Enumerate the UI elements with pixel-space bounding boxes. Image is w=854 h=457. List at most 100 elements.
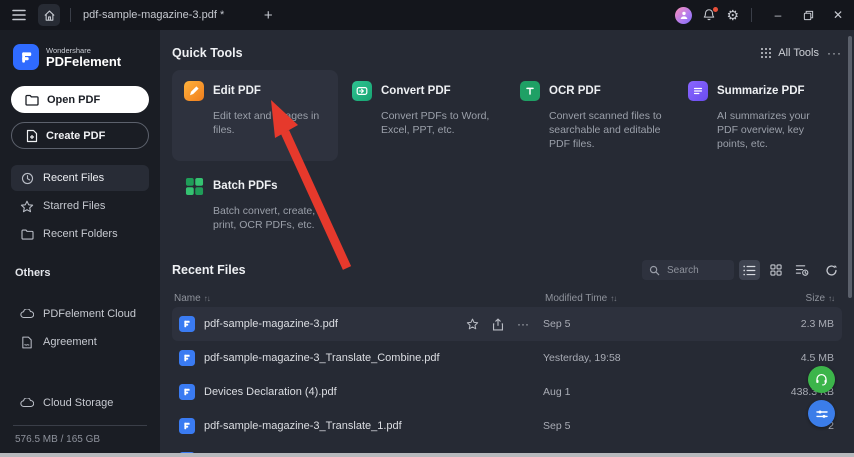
- list-view-button[interactable]: [739, 260, 760, 280]
- quick-tools-title: Quick Tools: [172, 46, 243, 60]
- folder-icon: [20, 229, 34, 240]
- ocr-pdf-icon: [520, 81, 540, 101]
- table-header: Name ↑↓ Modified Time ↑↓ Size ↑↓: [172, 289, 842, 307]
- sidebar-nav: Recent Files Starred Files Recent Folder…: [11, 165, 149, 247]
- column-header-modified[interactable]: Modified Time ↑↓: [545, 293, 746, 304]
- sidebar-item-pdfelement-cloud[interactable]: PDFelement Cloud: [11, 301, 149, 327]
- table-row[interactable]: pdf-sample-magazine-3_Translate_Combine.…: [172, 341, 842, 375]
- hamburger-icon: [12, 9, 26, 21]
- table-row[interactable]: pdf-sample-magazine-3.pdf ··· Sep 5 2.3 …: [172, 307, 842, 341]
- window-bottom-edge: [0, 453, 854, 457]
- document-tab[interactable]: pdf-sample-magazine-3.pdf *: [83, 9, 224, 21]
- sort-list-button[interactable]: [791, 260, 812, 280]
- table-row[interactable]: pdf-sample-with-table.pdf Mar 31 62: [172, 443, 842, 453]
- tool-ocr-pdf[interactable]: OCR PDF Convert scanned files to searcha…: [508, 70, 674, 161]
- home-icon: [43, 9, 55, 21]
- open-pdf-label: Open PDF: [47, 93, 101, 106]
- headset-icon: [816, 373, 827, 386]
- search-box[interactable]: [642, 260, 734, 280]
- file-modified: Yesterday, 19:58: [543, 352, 621, 364]
- tool-summarize-pdf[interactable]: Summarize PDF AI summarizes your PDF ove…: [676, 70, 842, 161]
- pdfelement-window: pdf-sample-magazine-3.pdf * + ⚙ – ✕ Wond…: [0, 0, 854, 457]
- cloud-storage-label: Cloud Storage: [43, 397, 114, 409]
- notification-badge: [713, 7, 719, 12]
- column-header-name[interactable]: Name ↑↓: [174, 293, 545, 304]
- vertical-scrollbar[interactable]: [848, 36, 852, 298]
- file-size: 2.3 MB: [800, 318, 834, 330]
- all-tools-button[interactable]: All Tools: [760, 47, 819, 59]
- recent-files-table: Name ↑↓ Modified Time ↑↓ Size ↑↓ pdf-sam…: [172, 289, 842, 453]
- pdf-file-icon: [179, 418, 195, 434]
- share-icon: [492, 318, 504, 330]
- sidebar-others-nav: PDFelement Cloud Agreement: [11, 301, 149, 355]
- sidebar-item-recent-folders[interactable]: Recent Folders: [11, 221, 149, 247]
- open-pdf-button[interactable]: Open PDF: [11, 86, 149, 113]
- notifications-button[interactable]: [702, 7, 719, 22]
- refresh-button[interactable]: [821, 260, 842, 280]
- support-headset-button[interactable]: [808, 366, 835, 393]
- tool-title: Summarize PDF: [717, 85, 805, 97]
- brand-logo: Wondershare PDFelement: [11, 42, 149, 70]
- quick-tools-more-button[interactable]: ···: [827, 46, 842, 60]
- pdf-file-icon: [179, 350, 195, 366]
- main-panel: Quick Tools All Tools ··· Edit PDF Edit …: [160, 30, 854, 453]
- share-file-button[interactable]: [492, 318, 504, 331]
- table-row[interactable]: pdf-sample-magazine-3_Translate_1.pdf Se…: [172, 409, 842, 443]
- sliders-icon: [815, 410, 828, 418]
- grid-dots-icon: [761, 48, 772, 58]
- tool-convert-pdf[interactable]: Convert PDF Convert PDFs to Word, Excel,…: [340, 70, 506, 161]
- restore-button[interactable]: [800, 7, 816, 23]
- grid-view-icon: [769, 264, 782, 276]
- minimize-button[interactable]: –: [770, 7, 786, 23]
- sidebar-item-label: PDFelement Cloud: [43, 308, 136, 320]
- file-modified: Sep 5: [543, 318, 571, 330]
- sort-arrows-icon[interactable]: ↑↓: [204, 294, 211, 303]
- grid-view-button[interactable]: [765, 260, 786, 280]
- quick-tools-header: Quick Tools All Tools ···: [172, 44, 842, 62]
- recent-files-header: Recent Files: [172, 258, 842, 282]
- settings-button[interactable]: ⚙: [726, 8, 739, 22]
- tool-desc: Edit text and images in files.: [213, 110, 320, 136]
- star-file-button[interactable]: [466, 318, 479, 330]
- sorted-list-icon: [795, 265, 808, 276]
- sidebar-item-label: Starred Files: [43, 200, 106, 212]
- row-actions: ···: [466, 317, 543, 331]
- tool-title: Edit PDF: [213, 85, 261, 97]
- pdf-file-icon: [179, 384, 195, 400]
- row-more-button[interactable]: ···: [517, 317, 529, 331]
- convert-pdf-icon: [352, 81, 372, 101]
- cloud-storage-item[interactable]: Cloud Storage: [11, 390, 149, 416]
- cloud-icon: [20, 309, 34, 319]
- sidebar-item-starred-files[interactable]: Starred Files: [11, 193, 149, 219]
- table-row[interactable]: Devices Declaration (4).pdf Aug 1 438.3 …: [172, 375, 842, 409]
- titlebar: pdf-sample-magazine-3.pdf * + ⚙ – ✕: [0, 0, 854, 30]
- new-tab-button[interactable]: +: [258, 7, 278, 24]
- sidebar-item-agreement[interactable]: Agreement: [11, 329, 149, 355]
- adjust-sliders-button[interactable]: [808, 400, 835, 427]
- sort-arrows-icon[interactable]: ↑↓: [828, 294, 835, 303]
- window-controls-divider: [751, 8, 752, 22]
- clock-icon: [20, 172, 34, 185]
- tool-batch-pdfs[interactable]: Batch PDFs Batch convert, create, print,…: [172, 165, 338, 242]
- tool-edit-pdf[interactable]: Edit PDF Edit text and images in files.: [172, 70, 338, 161]
- person-icon: [680, 11, 688, 19]
- batch-pdfs-icon: [184, 176, 204, 196]
- file-modified: Aug 1: [543, 386, 571, 398]
- column-header-size[interactable]: Size ↑↓: [746, 293, 842, 304]
- sort-arrows-icon[interactable]: ↑↓: [610, 294, 617, 303]
- create-pdf-button[interactable]: Create PDF: [11, 122, 149, 149]
- account-avatar[interactable]: [675, 6, 693, 24]
- tool-title: Batch PDFs: [213, 180, 278, 192]
- folder-open-icon: [25, 94, 39, 106]
- close-button[interactable]: ✕: [830, 7, 846, 23]
- tool-title: OCR PDF: [549, 85, 601, 97]
- quick-tools-grid: Edit PDF Edit text and images in files. …: [172, 70, 842, 242]
- search-input[interactable]: [665, 263, 723, 277]
- sidebar-item-recent-files[interactable]: Recent Files: [11, 165, 149, 191]
- home-tab-button[interactable]: [38, 4, 60, 26]
- recent-files-title: Recent Files: [172, 263, 246, 277]
- hamburger-menu-button[interactable]: [8, 4, 30, 26]
- sidebar-item-label: Agreement: [43, 336, 97, 348]
- others-section-label: Others: [15, 267, 51, 279]
- sidebar-divider: [13, 425, 147, 426]
